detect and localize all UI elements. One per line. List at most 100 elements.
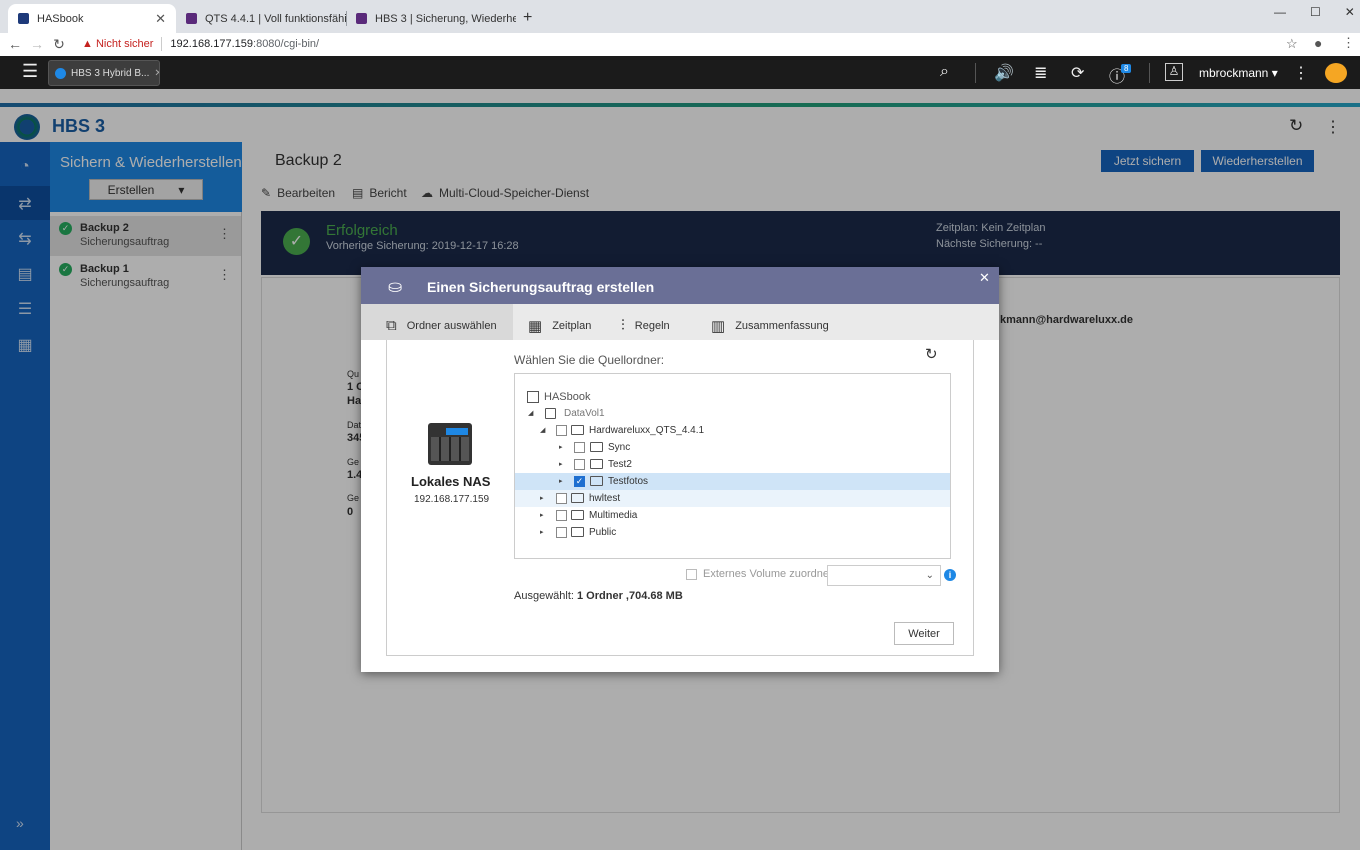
expand-arrow-icon[interactable]: ▸ — [540, 528, 544, 536]
source-folder-label: Wählen Sie die Quellordner: — [514, 353, 665, 367]
refresh-icon[interactable]: ↻ — [925, 345, 938, 363]
external-volume-select[interactable]: ⌄ — [827, 565, 941, 586]
qts-app-tab[interactable]: HBS 3 Hybrid B... ✕ — [48, 60, 160, 86]
browser-menu-icon[interactable]: ⋮ — [1342, 35, 1355, 51]
close-icon[interactable]: ✕ — [155, 11, 166, 27]
step-summary[interactable]: ▥ Zusammenfassung — [711, 317, 829, 335]
tree-folder[interactable]: ▸ Public — [515, 524, 950, 541]
tree-root-label: HASbook — [544, 391, 591, 403]
tree-root[interactable]: HASbook — [515, 388, 950, 405]
qts-favicon-icon — [186, 13, 197, 24]
user-avatar-icon[interactable]: ♙ — [1165, 63, 1183, 81]
folder-label: Testfotos — [608, 476, 649, 487]
hamburger-menu-icon[interactable]: ☰ — [22, 61, 38, 82]
folder-label: hwltest — [589, 493, 621, 504]
dashboard-gauge-icon[interactable] — [1325, 63, 1347, 83]
folder-icon — [571, 510, 584, 520]
step-schedule[interactable]: ▦ Zeitplan — [528, 317, 591, 335]
bookmark-star-icon[interactable]: ☆ — [1286, 36, 1298, 52]
tree-folder[interactable]: ▸ Multimedia — [515, 507, 950, 524]
qnap-favicon-icon — [18, 13, 29, 24]
divider — [1149, 63, 1150, 83]
close-icon[interactable]: ✕ — [979, 270, 990, 286]
window-controls: — ☐ ✕ — [1274, 5, 1355, 19]
expand-arrow-icon[interactable]: ▸ — [559, 477, 563, 485]
url-input[interactable]: 192.168.177.159:8080/cgi-bin/ — [170, 38, 319, 50]
selection-prefix: Ausgewählt: — [514, 590, 574, 602]
tree-folder[interactable]: ▸ hwltest — [515, 490, 950, 507]
nas-server-icon — [527, 391, 539, 403]
step-select-folders[interactable]: ⧉ Ordner auswählen — [386, 317, 497, 334]
user-menu[interactable]: mbrockmann ▾ — [1199, 66, 1278, 80]
external-volume-option[interactable]: Externes Volume zuordnen — [686, 568, 835, 580]
close-icon[interactable]: ✕ — [1345, 5, 1355, 19]
folder-checkbox[interactable] — [574, 442, 585, 453]
tree-folder[interactable]: ◢ Hardwareluxx_QTS_4.4.1 — [515, 422, 950, 439]
more-options-icon[interactable]: ⋮ — [1293, 63, 1309, 83]
browser-tab-hbs[interactable]: HBS 3 | Sicherung, Wiederherste ✕ — [346, 4, 516, 33]
collapse-arrow-icon[interactable]: ◢ — [528, 409, 533, 417]
step-label: Zeitplan — [552, 320, 592, 332]
folder-checkbox[interactable] — [556, 527, 567, 538]
search-icon[interactable]: ⌕ — [940, 63, 949, 81]
browser-tab-label: HBS 3 | Sicherung, Wiederherste — [375, 12, 516, 25]
tree-folder[interactable]: ▸ Sync — [515, 439, 950, 456]
step-label: Ordner auswählen — [406, 319, 497, 332]
hbs-app-icon — [55, 67, 66, 79]
user-name: mbrockmann — [1199, 66, 1269, 80]
tree-folder-selected[interactable]: ▸ ✓ Testfotos — [515, 473, 950, 490]
folder-icon — [590, 459, 603, 469]
browser-tab-bar: HASbook ✕ QTS 4.4.1 | Voll funktionsfähi… — [0, 0, 1360, 33]
profile-icon[interactable]: ● — [1314, 35, 1322, 51]
volume-icon[interactable]: 🔊 — [994, 63, 1014, 83]
folder-icon — [571, 425, 584, 435]
tasks-icon[interactable]: ≣ — [1034, 63, 1047, 83]
folder-icon — [590, 442, 603, 452]
qts-top-bar: ☰ HBS 3 Hybrid B... ✕ ⌕ 🔊 ≣ ⟳ ⓘ 8 ♙ mbro… — [0, 56, 1360, 89]
folder-checkbox[interactable] — [556, 510, 567, 521]
close-icon[interactable]: ✕ — [154, 68, 159, 79]
dialog-title: Einen Sicherungsauftrag erstellen — [427, 279, 655, 295]
selection-summary: Ausgewählt: 1 Ordner ,704.68 MB — [514, 590, 683, 602]
next-button[interactable]: Weiter — [894, 622, 954, 645]
forward-icon[interactable]: → — [26, 36, 48, 52]
folder-checkbox[interactable] — [574, 459, 585, 470]
sliders-icon: ⫶ — [621, 317, 625, 334]
reload-icon[interactable]: ↻ — [48, 36, 70, 53]
url-path: :8080/cgi-bin/ — [253, 38, 320, 50]
selection-value: 1 Ordner ,704.68 MB — [577, 590, 683, 602]
new-tab-button[interactable]: + — [523, 9, 532, 27]
tree-folder[interactable]: ▸ Test2 — [515, 456, 950, 473]
expand-arrow-icon[interactable]: ▸ — [540, 494, 544, 502]
expand-arrow-icon[interactable]: ▸ — [540, 511, 544, 519]
security-warning[interactable]: ▲ Nicht sicher — [82, 38, 153, 50]
folder-checkbox[interactable] — [556, 493, 567, 504]
info-icon[interactable]: i — [944, 569, 956, 581]
external-volume-checkbox[interactable] — [686, 568, 697, 580]
sync-icon[interactable]: ⟳ — [1071, 63, 1084, 83]
folder-checkbox[interactable] — [556, 425, 567, 436]
expand-arrow-icon[interactable]: ▸ — [559, 460, 563, 468]
security-warning-label: Nicht sicher — [95, 38, 154, 50]
folder-label: Multimedia — [589, 510, 638, 521]
back-icon[interactable]: ← — [4, 36, 26, 52]
folder-icon — [571, 527, 584, 537]
collapse-arrow-icon[interactable]: ◢ — [540, 426, 545, 434]
folder-label: Hardwareluxx_QTS_4.4.1 — [589, 425, 705, 436]
browser-tab-qts[interactable]: QTS 4.4.1 | Voll funktionsfähiges ✕ — [176, 4, 346, 33]
hbs-favicon-icon — [356, 13, 367, 24]
minimize-icon[interactable]: — — [1274, 5, 1286, 19]
folder-checkbox-checked[interactable]: ✓ — [574, 476, 585, 487]
address-bar: ← → ↻ ▲ Nicht sicher 192.168.177.159:808… — [0, 33, 1360, 55]
folder-icon — [571, 493, 584, 503]
step-rules[interactable]: ⫶ Regeln — [621, 317, 670, 334]
expand-arrow-icon[interactable]: ▸ — [559, 443, 563, 451]
external-volume-label: Externes Volume zuordnen — [703, 568, 836, 580]
calendar-icon: ▦ — [528, 318, 543, 335]
step-label: Zusammenfassung — [735, 320, 829, 332]
maximize-icon[interactable]: ☐ — [1310, 5, 1321, 19]
browser-tab-hasbook[interactable]: HASbook ✕ — [8, 4, 176, 33]
tree-volume[interactable]: ◢ DataVol1 — [515, 405, 950, 422]
notification-badge: 8 — [1121, 64, 1132, 73]
folder-icon — [590, 476, 603, 486]
